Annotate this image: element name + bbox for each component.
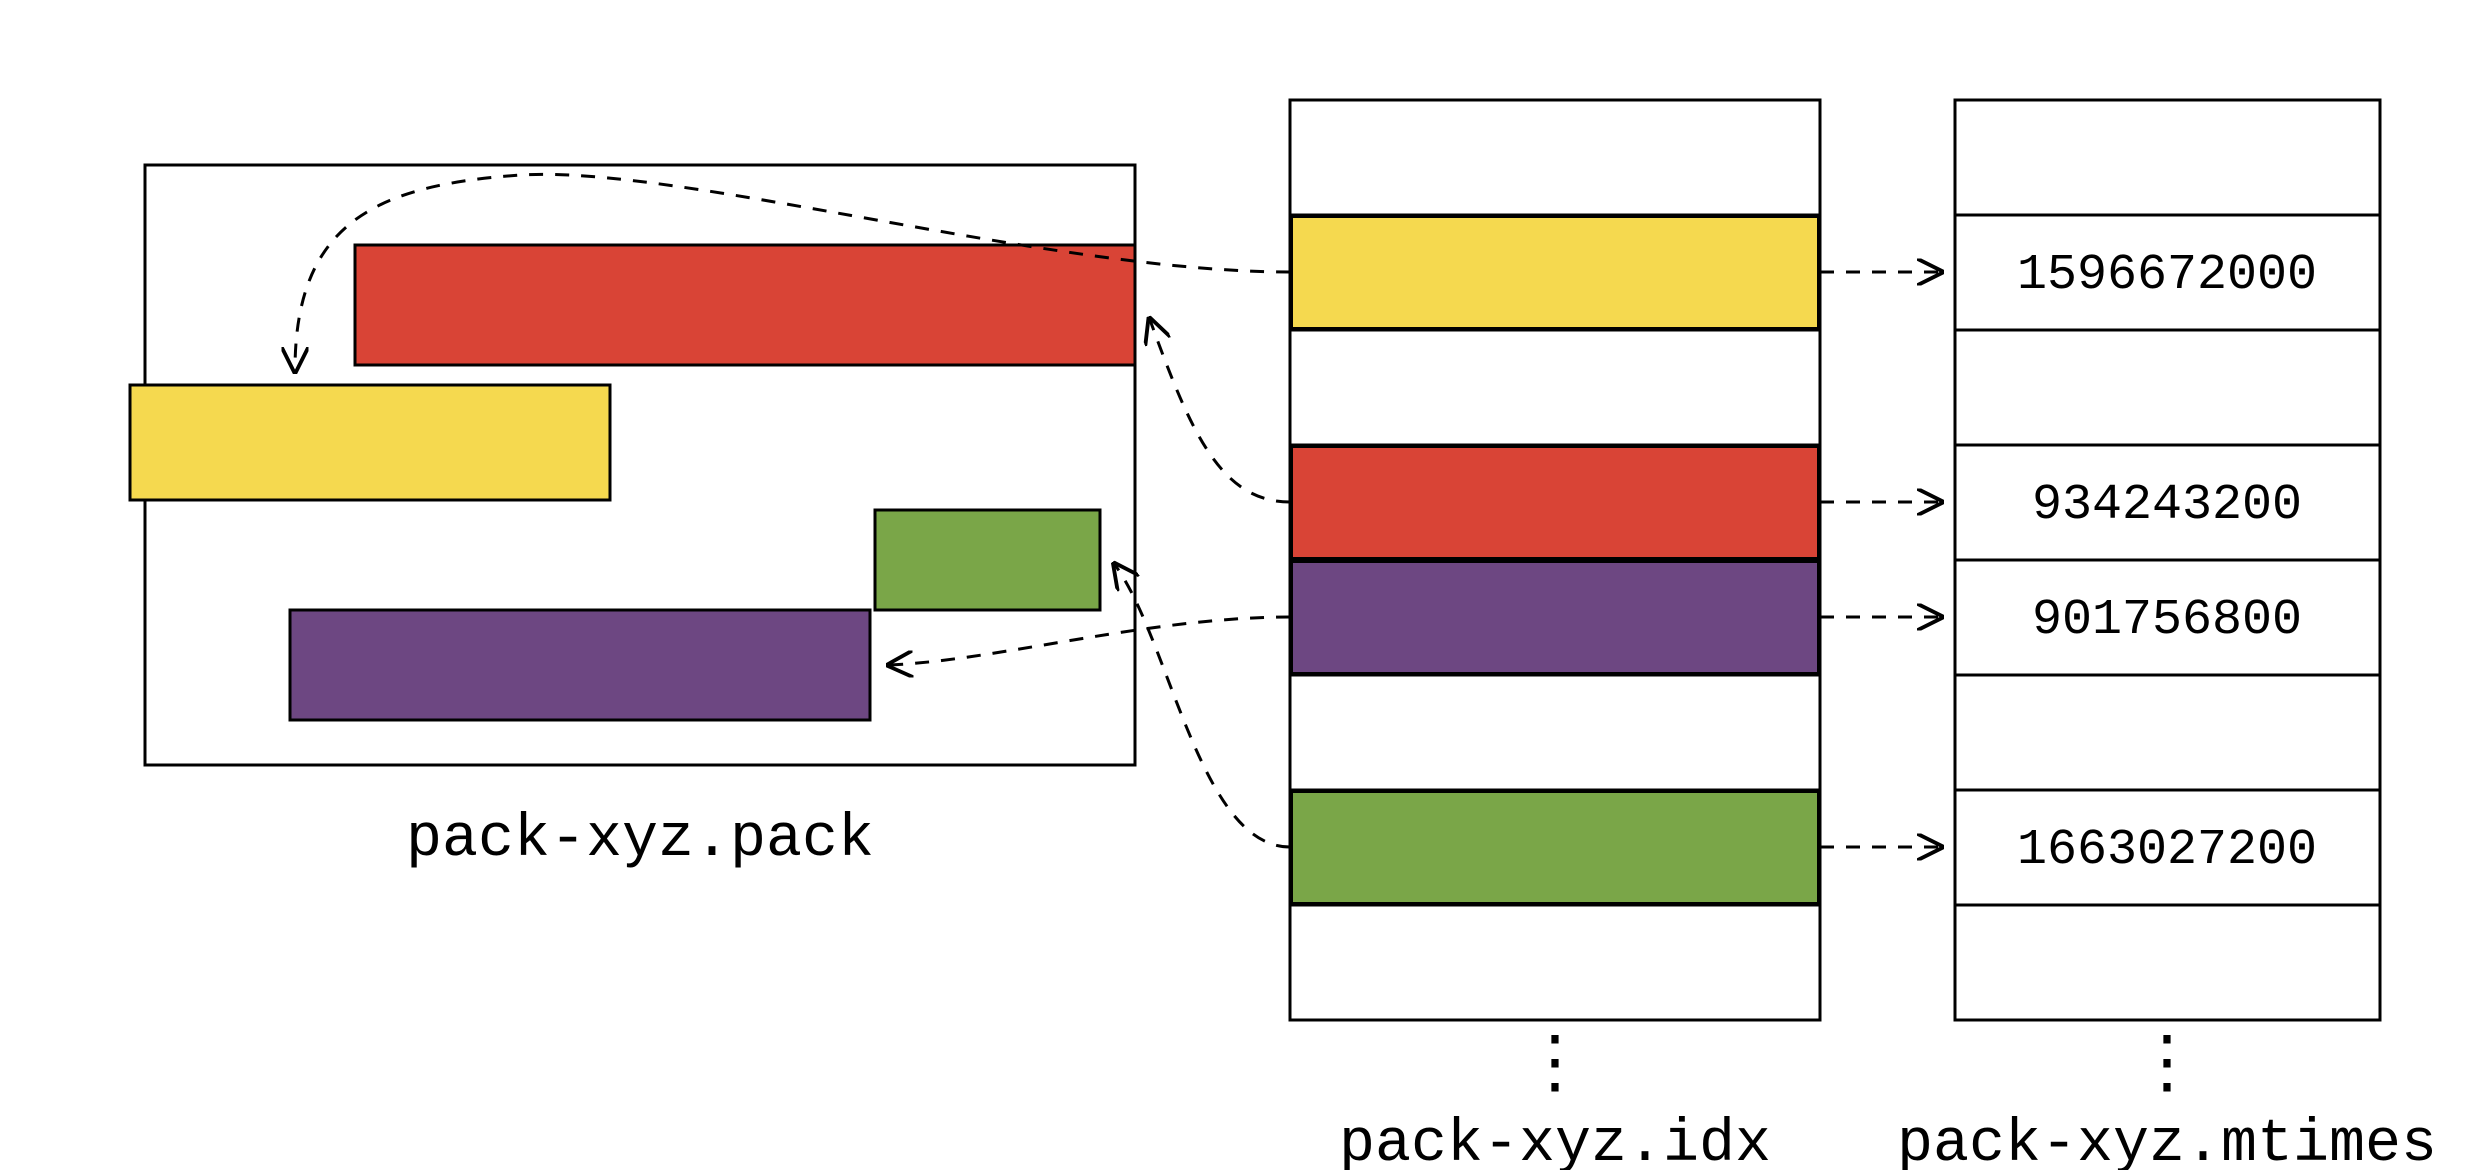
idx-ellipsis: ⋮ [1520, 1028, 1590, 1107]
pack-file-label: pack-xyz.pack [406, 806, 874, 874]
diagram-canvas: pack-xyz.pack ⋮ pack-xyz.idx 1596672000 … [0, 0, 2468, 1170]
arrow-idx-to-pack-green [1115, 565, 1290, 847]
mtime-value-6: 1663027200 [2017, 822, 2317, 879]
mtime-value-1: 1596672000 [2017, 247, 2317, 304]
idx-entry-yellow [1292, 217, 1819, 329]
mtimes-column: 1596672000 934243200 901756800 166302720… [1955, 100, 2380, 1020]
pack-object-yellow [130, 385, 610, 500]
mtime-value-3: 934243200 [2032, 477, 2302, 534]
idx-column [1290, 100, 1820, 1020]
pack-object-green [875, 510, 1100, 610]
idx-entry-red [1292, 447, 1819, 559]
mtimes-label: pack-xyz.mtimes [1897, 1111, 2437, 1170]
pack-file-box [130, 165, 1135, 765]
idx-entry-purple [1292, 562, 1819, 674]
mtimes-ellipsis: ⋮ [2132, 1028, 2202, 1107]
arrow-idx-to-pack-red [1150, 320, 1290, 502]
idx-entry-green [1292, 792, 1819, 904]
idx-label: pack-xyz.idx [1339, 1111, 1771, 1170]
pack-object-purple [290, 610, 870, 720]
pack-object-red [355, 245, 1135, 365]
mtime-value-4: 901756800 [2032, 592, 2302, 649]
